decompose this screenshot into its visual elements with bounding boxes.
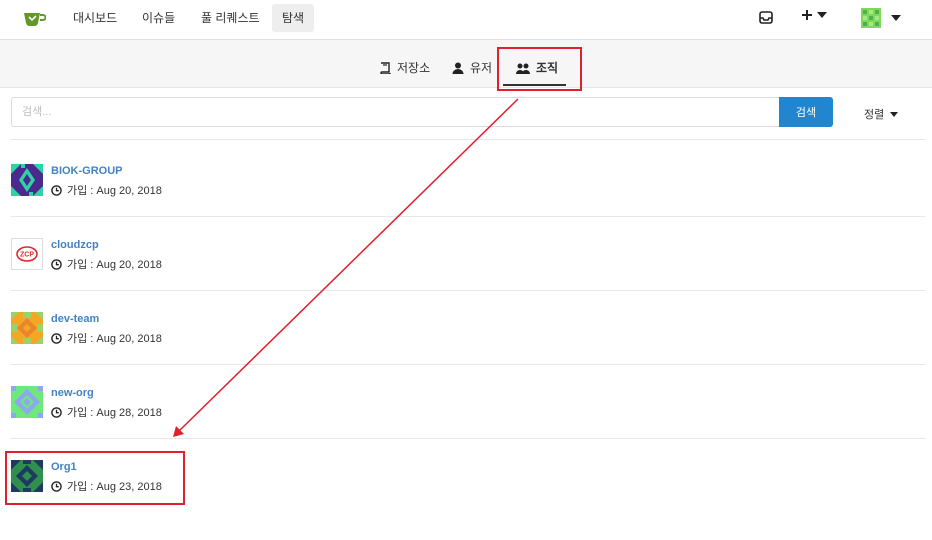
org-joined: 가입 : Aug 20, 2018 [51, 256, 162, 272]
clock-icon [51, 184, 62, 196]
annotation-box-org-tab [497, 47, 582, 91]
list-item: dev-team 가입 : Aug 20, 2018 [11, 312, 925, 372]
clock-icon [51, 258, 62, 270]
list-item: BIOK-GROUP 가입 : Aug 20, 2018 [11, 164, 925, 224]
divider [11, 139, 925, 140]
person-icon [452, 62, 464, 74]
divider [11, 216, 925, 217]
nav-dashboard[interactable]: 대시보드 [63, 4, 127, 32]
caret-down-icon [891, 15, 901, 21]
joined-date: 가입 : Aug 20, 2018 [67, 333, 162, 345]
create-new-dropdown[interactable] [801, 9, 827, 21]
caret-down-icon [890, 111, 899, 117]
annotation-box-org1 [5, 451, 185, 505]
divider [11, 290, 925, 291]
tab-users[interactable]: 유저 [452, 53, 492, 83]
inbox-icon[interactable] [759, 11, 773, 24]
org-name-link[interactable]: new-org [51, 387, 94, 399]
org-avatar[interactable] [11, 386, 43, 418]
user-avatar [861, 8, 881, 28]
top-navbar: 대시보드 이슈들 풀 리퀘스트 탐색 [0, 0, 932, 40]
list-item: new-org 가입 : Aug 28, 2018 [11, 386, 925, 446]
tea-cup-logo-icon[interactable] [22, 9, 46, 29]
avatar-text: ZCP [20, 252, 34, 259]
tab-label: 유저 [470, 61, 493, 75]
divider [11, 364, 925, 365]
search-button[interactable]: 검색 [779, 97, 833, 127]
org-avatar[interactable] [11, 312, 43, 344]
joined-date: 가입 : Aug 20, 2018 [67, 185, 162, 197]
divider [11, 438, 925, 439]
list-item: ZCP cloudzcp 가입 : Aug 20, 2018 [11, 238, 925, 298]
plus-icon [802, 10, 812, 20]
caret-down-icon [817, 12, 827, 18]
org-joined: 가입 : Aug 28, 2018 [51, 404, 162, 420]
nav-issues[interactable]: 이슈들 [132, 4, 185, 32]
joined-date: 가입 : Aug 28, 2018 [67, 407, 162, 419]
sort-label: 정렬 [864, 109, 885, 121]
book-icon [380, 62, 391, 74]
org-name-link[interactable]: dev-team [51, 313, 99, 325]
org-joined: 가입 : Aug 20, 2018 [51, 330, 162, 346]
nav-pull-requests[interactable]: 풀 리퀘스트 [191, 4, 270, 32]
org-avatar[interactable] [11, 164, 43, 196]
tab-label: 저장소 [397, 61, 431, 75]
clock-icon [51, 332, 62, 344]
clock-icon [51, 406, 62, 418]
org-avatar[interactable]: ZCP [11, 238, 43, 270]
org-name-link[interactable]: BIOK-GROUP [51, 165, 123, 177]
org-joined: 가입 : Aug 20, 2018 [51, 182, 162, 198]
tab-repositories[interactable]: 저장소 [380, 53, 430, 83]
user-menu[interactable] [861, 8, 901, 28]
joined-date: 가입 : Aug 20, 2018 [67, 259, 162, 271]
nav-explore[interactable]: 탐색 [272, 4, 315, 32]
sort-dropdown[interactable]: 정렬 [864, 106, 899, 122]
search-input[interactable] [11, 97, 780, 127]
org-name-link[interactable]: cloudzcp [51, 239, 99, 251]
